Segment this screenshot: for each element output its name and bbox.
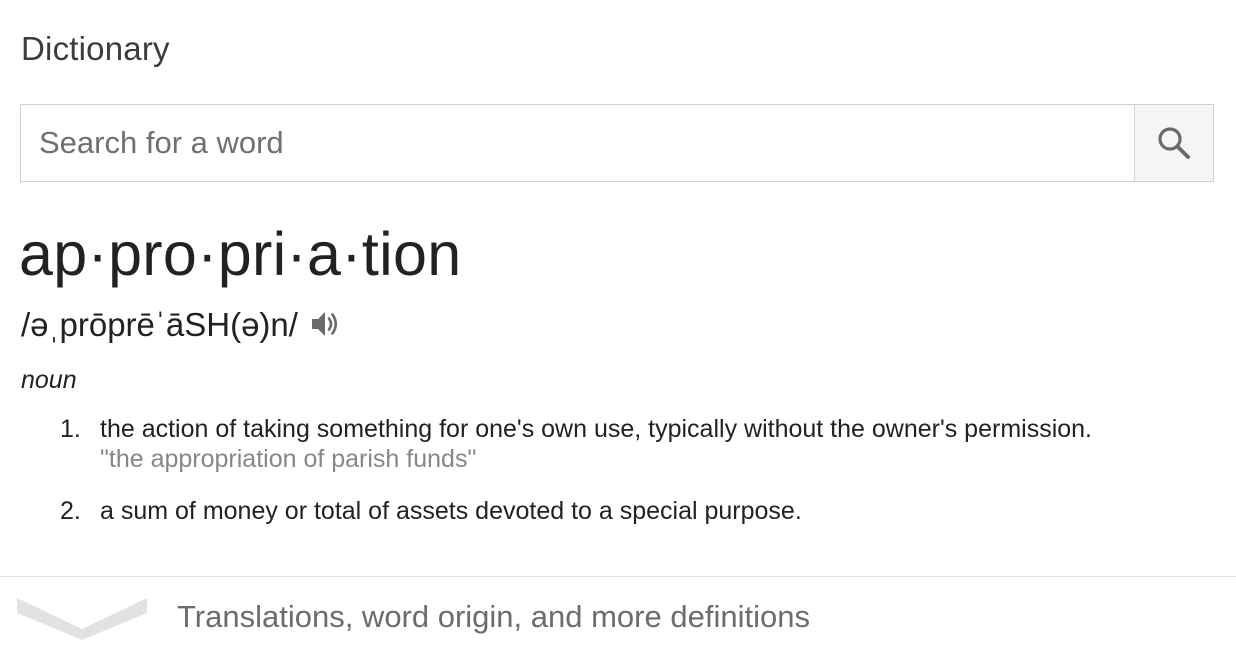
more-definitions-button[interactable]: Translations, word origin, and more defi… xyxy=(0,577,1236,652)
definition-text: a sum of money or total of assets devote… xyxy=(100,497,802,525)
definition-number: 2. xyxy=(60,497,81,525)
card-title: Dictionary xyxy=(21,30,170,67)
definition-text: the action of taking something for one's… xyxy=(100,415,1093,443)
speaker-icon[interactable] xyxy=(308,307,342,341)
chevron-down-icon xyxy=(17,595,147,640)
definition-item: 2. a sum of money or total of assets dev… xyxy=(40,496,1190,526)
search-button[interactable] xyxy=(1134,105,1213,181)
more-definitions-label: Translations, word origin, and more defi… xyxy=(177,599,810,634)
phonetic-spelling: /əˌprōprēˈāSH(ə)n/ xyxy=(21,305,298,343)
definition-number: 1. xyxy=(60,415,81,443)
definition-list: 1. the action of taking something for on… xyxy=(40,414,1190,548)
pronunciation-row: /əˌprōprēˈāSH(ə)n/ xyxy=(21,302,342,346)
search-icon xyxy=(1156,125,1192,161)
part-of-speech: noun xyxy=(21,366,77,394)
headword: ap·pro·pri·a·tion xyxy=(19,220,462,288)
definition-example: "the appropriation of parish funds" xyxy=(100,445,477,473)
dictionary-card: Dictionary ap·pro·pri·a·tion /əˌprōprēˈā… xyxy=(0,0,1236,652)
search-box xyxy=(20,104,1214,182)
definition-item: 1. the action of taking something for on… xyxy=(40,414,1190,474)
search-input[interactable] xyxy=(21,105,1135,181)
